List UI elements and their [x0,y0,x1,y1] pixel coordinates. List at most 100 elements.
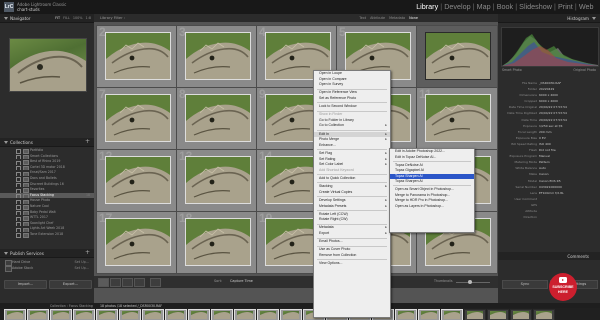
filmstrip-thumbnail[interactable] [211,309,233,320]
collapse-triangle-icon[interactable] [592,16,596,20]
filmstrip-thumbnail[interactable] [73,309,95,320]
submenu-item[interactable]: Edit in Topaz DeNoise AI... [390,155,474,161]
thumbnail-image[interactable] [105,94,171,142]
subscribe-badge[interactable]: SUBSCRIBE HERE [549,273,577,301]
module-map[interactable]: Map [476,2,491,12]
filmstrip-thumbnail[interactable] [510,309,532,320]
filmstrip-thumbnail[interactable] [188,309,210,320]
navigator-zoom-3[interactable]: 1:8 [86,16,91,20]
comments-header[interactable]: Comments [498,252,600,260]
slider-knob[interactable] [468,280,472,284]
compare-view-button[interactable] [122,278,133,287]
navigator-zoom-1[interactable]: FILL [63,16,70,20]
filmstrip-thumbnail[interactable] [487,309,509,320]
filmstrip-thumbnail[interactable] [533,309,555,320]
filmstrip-thumbnail[interactable] [96,309,118,320]
grid-view-button[interactable] [98,278,109,287]
menu-item-rotate-right-cw[interactable]: Rotate Right (CW) [314,217,390,223]
thumbnail-image[interactable] [185,218,251,266]
filmstrip-source[interactable]: Collection : Focus Stacking [50,304,93,308]
thumbnail-image[interactable] [105,156,171,204]
filter-option-attribute[interactable]: Attribute [370,16,385,20]
collapse-triangle-icon[interactable] [4,251,8,255]
navigator-zoom-2[interactable]: 100% [73,16,83,20]
loupe-view-button[interactable] [110,278,121,287]
menu-item-lock-to-second-window[interactable]: Lock to Second Window [314,104,390,110]
collapse-triangle-icon[interactable] [4,140,8,144]
thumbnail-cell[interactable] [416,25,498,88]
module-library[interactable]: Library [416,2,439,12]
publish-setup-link[interactable]: Set Up... [74,265,89,271]
publish-service-item[interactable]: Adobe Stock Set Up... [0,265,94,272]
filter-option-none[interactable]: None [409,16,418,20]
filmstrip-thumbnail[interactable] [395,309,417,320]
filmstrip-thumbnail[interactable] [234,309,256,320]
collection-item[interactable]: Tone Extension 2018 [0,232,94,238]
thumbnail-image[interactable] [185,94,251,142]
menu-item-add-to-quick-collection[interactable]: Add to Quick Collection [314,176,390,182]
survey-view-button[interactable] [134,278,145,287]
filmstrip-thumbnail[interactable] [165,309,187,320]
filmstrip-thumbnail[interactable] [257,309,279,320]
add-collection-icon[interactable]: + [85,138,90,145]
filmstrip-thumbnail[interactable] [27,309,49,320]
thumbnail-cell[interactable]: 2 [96,25,178,88]
sort-dropdown[interactable]: Capture Time [230,279,253,283]
thumbnail-image[interactable] [425,32,491,80]
module-web[interactable]: Web [578,2,594,12]
menu-item-set-as-reference-photo[interactable]: Set as Reference Photo [314,96,390,102]
collection-checkbox[interactable] [16,233,21,238]
thumbnail-image[interactable] [185,156,251,204]
thumbnail-cell[interactable]: 8 [176,87,258,150]
menu-item-metadata-presets[interactable]: Metadata Presets ▸ [314,204,390,210]
filmstrip-thumbnail[interactable] [4,309,26,320]
thumbnail-cell[interactable]: 13 [176,149,258,212]
menu-item-open-in-survey[interactable]: Open in Survey [314,82,390,88]
thumbnail-cell[interactable]: 7 [96,87,178,150]
navigator-header[interactable]: Navigator FIT FILL 100% 1:8 [0,14,94,23]
navigator-zoom-0[interactable]: FIT [55,16,60,20]
menu-item-export[interactable]: Export ▸ [314,231,390,237]
histogram-header[interactable]: Histogram [498,14,600,23]
filter-option-text[interactable]: Text [359,16,366,20]
menu-item-go-to-collection[interactable]: Go to Collection ▸ [314,123,390,129]
menu-item-create-virtual-copies[interactable]: Create Virtual Copies [314,190,390,196]
export-button[interactable]: Export... [49,280,92,289]
menu-item-remove-from-collection[interactable]: Remove from Collection [314,253,390,259]
thumbnail-cell[interactable]: 11 [416,87,498,150]
painter-tool-button[interactable] [150,278,161,287]
thumbnail-cell[interactable]: 12 [96,149,178,212]
filter-option-metadata[interactable]: Metadata [389,16,405,20]
add-publish-service-icon[interactable]: + [85,249,90,256]
submenu-item[interactable]: Open as Layers in Photoshop... [390,204,474,210]
collections-header[interactable]: Collections + [0,138,94,147]
thumbnail-image[interactable] [185,32,251,80]
module-slideshow[interactable]: Slideshow [519,2,553,12]
filmstrip-thumbnail[interactable] [119,309,141,320]
sync-button[interactable]: Sync [502,280,548,289]
import-button[interactable]: Import... [4,280,47,289]
thumbnail-size-slider[interactable] [456,280,490,284]
thumbnail-image[interactable] [105,218,171,266]
thumbnail-cell[interactable]: 18 [176,211,258,274]
collapse-triangle-icon[interactable] [4,16,8,20]
submenu-item[interactable]: Topaz Sharpen AI [390,179,474,185]
thumbnail-cell[interactable]: 17 [96,211,178,274]
publish-services-header[interactable]: Publish Services + [0,249,94,258]
filmstrip-thumbnail[interactable] [280,309,302,320]
menu-item-enhance[interactable]: Enhance... [314,143,390,149]
filmstrip-thumbnail[interactable] [418,309,440,320]
thumbnail-image[interactable] [105,32,171,80]
filmstrip-thumbnail[interactable] [464,309,486,320]
thumbnail-image[interactable] [425,94,491,142]
thumbnail-cell[interactable]: 3 [176,25,258,88]
navigator-preview[interactable] [9,38,87,92]
menu-item-email-photos[interactable]: Email Photos... [314,239,390,245]
module-book[interactable]: Book [496,2,513,12]
module-develop[interactable]: Develop [444,2,471,12]
filmstrip-thumbnail[interactable] [441,309,463,320]
menu-item-view-options[interactable]: View Options... [314,261,390,267]
filmstrip-thumbnail[interactable] [142,309,164,320]
filmstrip-thumbnail[interactable] [50,309,72,320]
module-print[interactable]: Print [558,2,574,12]
